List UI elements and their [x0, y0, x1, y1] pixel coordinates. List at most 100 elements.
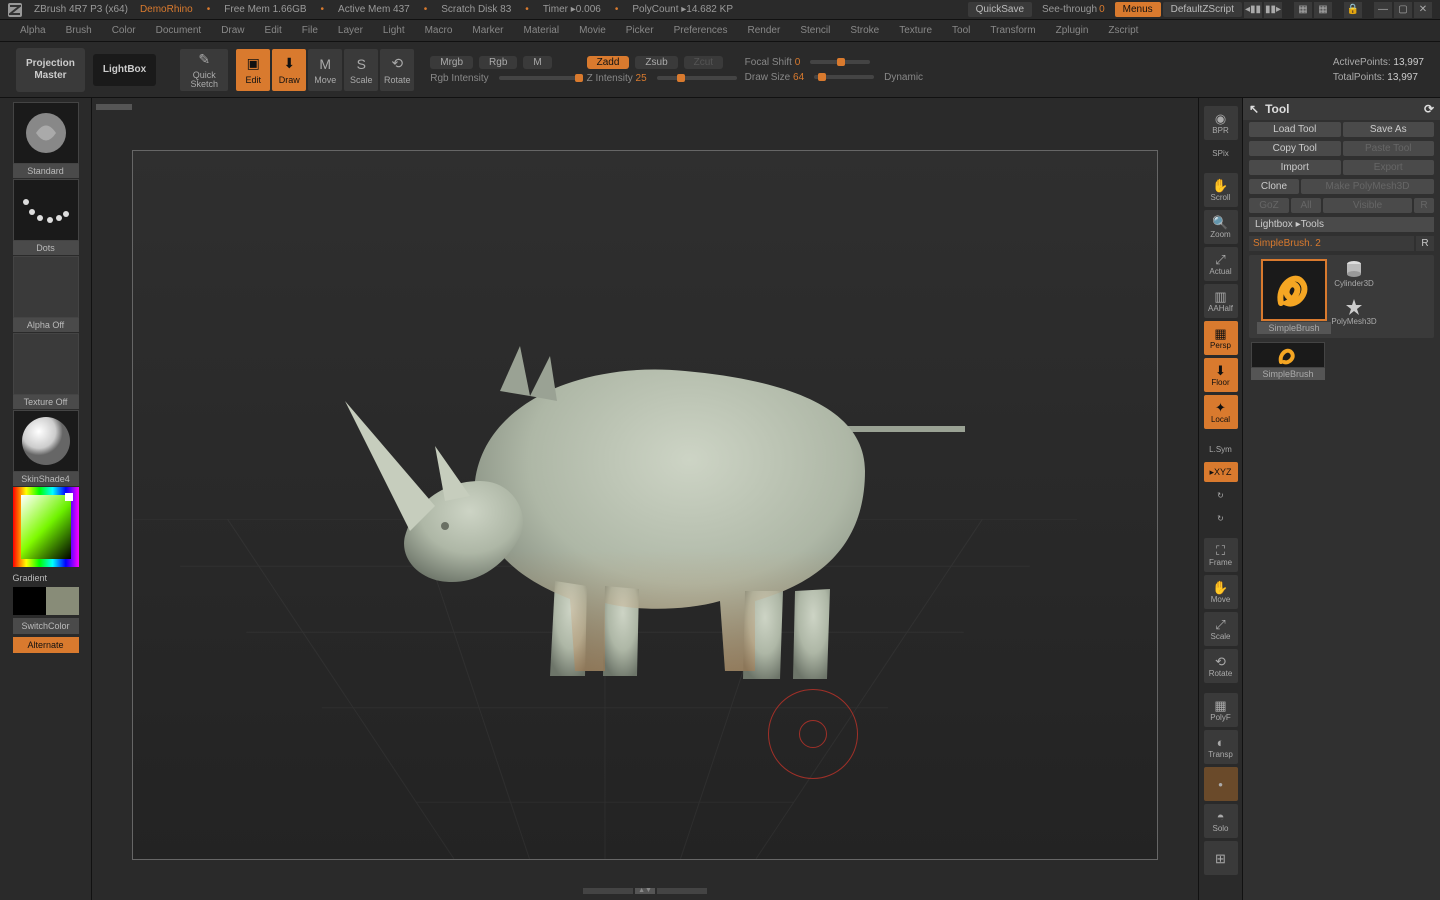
lock-icon[interactable]: 🔒 [1344, 2, 1362, 18]
actual-button[interactable]: ⤢Actual [1204, 247, 1238, 281]
stroke-thumbnail[interactable]: Dots [13, 179, 79, 255]
menu-zplugin[interactable]: Zplugin [1046, 22, 1099, 39]
import-button[interactable]: Import [1249, 160, 1341, 175]
tool-subitem[interactable]: SimpleBrush [1251, 342, 1325, 380]
zcut-toggle[interactable]: Zcut [684, 56, 723, 69]
frame-button[interactable]: ⛶Frame [1204, 538, 1238, 572]
menu-stencil[interactable]: Stencil [790, 22, 840, 39]
move-mode-button[interactable]: MMove [308, 49, 342, 91]
alpha-thumbnail[interactable]: Alpha Off [13, 256, 79, 332]
quicksave-button[interactable]: QuickSave [968, 2, 1032, 17]
layout2-icon[interactable]: ▦ [1314, 2, 1332, 18]
menu-macro[interactable]: Macro [415, 22, 463, 39]
menus-toggle[interactable]: Menus [1115, 2, 1161, 17]
polyf-button[interactable]: ▦PolyF [1204, 693, 1238, 727]
save-as-button[interactable]: Save As [1343, 122, 1435, 137]
zsub-toggle[interactable]: Zsub [635, 56, 677, 69]
goz-r-button[interactable]: R [1414, 198, 1434, 213]
brush-thumbnail[interactable]: Standard [13, 102, 79, 178]
menu-picker[interactable]: Picker [616, 22, 664, 39]
color-swatches[interactable] [13, 587, 79, 615]
alternate-button[interactable]: Alternate [13, 637, 79, 653]
goz-button[interactable]: GoZ [1249, 198, 1289, 213]
menu-draw[interactable]: Draw [211, 22, 254, 39]
tool-item-simplebrush[interactable]: SimpleBrush [1257, 259, 1331, 334]
gradient-label[interactable]: Gradient [13, 570, 79, 586]
tray-right-icon[interactable]: ▮▮▸ [1264, 2, 1282, 18]
menu-transform[interactable]: Transform [980, 22, 1045, 39]
tool-item-polymesh3d[interactable]: PolyMesh3D [1335, 297, 1373, 331]
lightbox-tools-header[interactable]: Lightbox ▸Tools [1249, 217, 1434, 232]
copy-tool-button[interactable]: Copy Tool [1249, 141, 1341, 156]
current-tool-name[interactable]: SimpleBrush. 2 [1249, 236, 1414, 251]
menu-file[interactable]: File [292, 22, 328, 39]
cycle2-icon[interactable]: ↻ [1204, 508, 1238, 528]
transp-button[interactable]: ◐Transp [1204, 730, 1238, 764]
menu-material[interactable]: Material [514, 22, 570, 39]
clone-button[interactable]: Clone [1249, 179, 1299, 194]
zoom-button[interactable]: 🔍Zoom [1204, 210, 1238, 244]
bpr-button[interactable]: ◉BPR [1204, 106, 1238, 140]
floor-button[interactable]: ⬇Floor [1204, 358, 1238, 392]
local-button[interactable]: ✦Local [1204, 395, 1238, 429]
m-toggle[interactable]: M [523, 56, 551, 69]
menu-layer[interactable]: Layer [328, 22, 373, 39]
scale-mode-button[interactable]: SScale [344, 49, 378, 91]
scroll-button[interactable]: ✋Scroll [1204, 173, 1238, 207]
close-icon[interactable]: ✕ [1414, 2, 1432, 18]
solo-button[interactable]: ◓Solo [1204, 804, 1238, 838]
paste-tool-button[interactable]: Paste Tool [1343, 141, 1435, 156]
menu-render[interactable]: Render [738, 22, 791, 39]
mrgb-toggle[interactable]: Mrgb [430, 56, 473, 69]
see-through-value[interactable]: 0 [1099, 4, 1105, 15]
panel-pin-icon[interactable]: ↖ [1249, 102, 1259, 116]
focal-shift-slider[interactable] [810, 60, 870, 64]
goz-all-button[interactable]: All [1291, 198, 1321, 213]
tray-left-icon[interactable]: ◂▮▮ [1244, 2, 1262, 18]
goz-visible-button[interactable]: Visible [1323, 198, 1412, 213]
move-view-button[interactable]: ✋Move [1204, 575, 1238, 609]
menu-edit[interactable]: Edit [255, 22, 292, 39]
menu-alpha[interactable]: Alpha [10, 22, 56, 39]
load-tool-button[interactable]: Load Tool [1249, 122, 1341, 137]
tool-r-button[interactable]: R [1416, 236, 1434, 251]
export-button[interactable]: Export [1343, 160, 1435, 175]
material-thumbnail[interactable]: SkinShade4 [13, 410, 79, 486]
switch-color-button[interactable]: SwitchColor [13, 618, 79, 634]
xpose-button[interactable]: ⊞ [1204, 841, 1238, 875]
lsym-button[interactable]: L.Sym [1204, 439, 1238, 459]
tool-item-cylinder3d[interactable]: Cylinder3D [1335, 259, 1373, 293]
menu-preferences[interactable]: Preferences [664, 22, 738, 39]
menu-color[interactable]: Color [102, 22, 146, 39]
menu-zscript[interactable]: Zscript [1098, 22, 1148, 39]
spix-label[interactable]: SPix [1204, 143, 1238, 163]
z-intensity-slider[interactable] [657, 76, 737, 80]
lightbox-button[interactable]: LightBox [93, 54, 156, 86]
persp-button[interactable]: ▦Persp [1204, 321, 1238, 355]
viewport[interactable] [132, 150, 1158, 860]
make-polymesh-button[interactable]: Make PolyMesh3D [1301, 179, 1434, 194]
dynamic-label[interactable]: Dynamic [884, 72, 923, 83]
draw-mode-button[interactable]: ⬇Draw [272, 49, 306, 91]
default-zscript-button[interactable]: DefaultZScript [1163, 2, 1242, 17]
draw-size-slider[interactable] [814, 75, 874, 79]
rotate-view-button[interactable]: ⟲Rotate [1204, 649, 1238, 683]
maximize-icon[interactable]: ▢ [1394, 2, 1412, 18]
xyz-button[interactable]: ▸XYZ [1204, 462, 1238, 482]
rgb-toggle[interactable]: Rgb [479, 56, 517, 69]
quick-sketch-button[interactable]: ✎ Quick Sketch [180, 49, 228, 91]
scale-view-button[interactable]: ⤢Scale [1204, 612, 1238, 646]
menu-stroke[interactable]: Stroke [840, 22, 889, 39]
menu-document[interactable]: Document [146, 22, 212, 39]
projection-master-button[interactable]: Projection Master [16, 48, 85, 92]
menu-marker[interactable]: Marker [462, 22, 513, 39]
menu-texture[interactable]: Texture [889, 22, 942, 39]
layout1-icon[interactable]: ▦ [1294, 2, 1312, 18]
ghost-button[interactable]: • [1204, 767, 1238, 801]
rotate-mode-button[interactable]: ⟲Rotate [380, 49, 414, 91]
document-handle[interactable] [96, 104, 132, 110]
bottom-handle[interactable]: ▲▼ [583, 888, 707, 894]
zadd-toggle[interactable]: Zadd [587, 56, 630, 69]
cycle1-icon[interactable]: ↻ [1204, 485, 1238, 505]
texture-thumbnail[interactable]: Texture Off [13, 333, 79, 409]
